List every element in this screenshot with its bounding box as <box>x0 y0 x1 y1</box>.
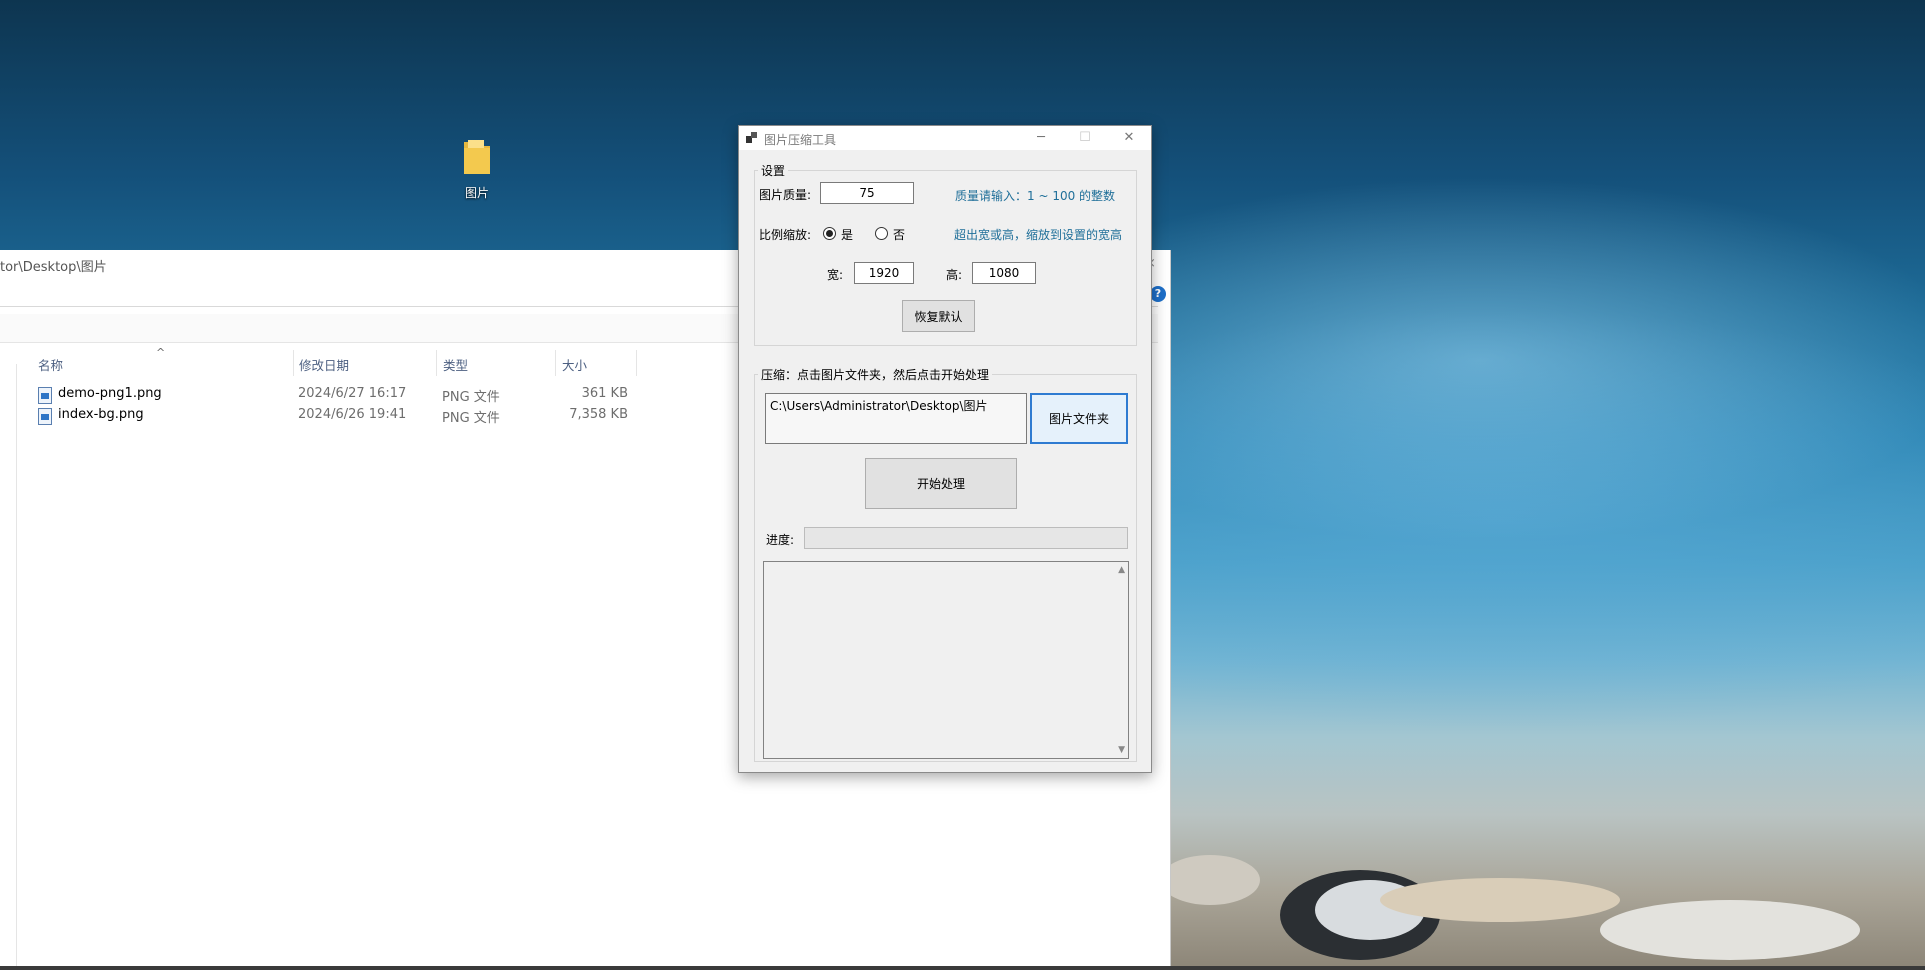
window-title: 图片压缩工具 <box>764 133 837 147</box>
file-type: PNG 文件 <box>442 390 500 405</box>
app-icon <box>746 132 757 143</box>
scale-yes-label[interactable]: 是 <box>841 226 853 243</box>
address-bar-path[interactable]: tor\Desktop\图片 <box>0 256 107 275</box>
height-input[interactable] <box>972 262 1036 284</box>
settings-group-title: 设置 <box>758 162 789 179</box>
png-file-icon <box>38 408 52 425</box>
help-icon[interactable]: ? <box>1150 286 1166 302</box>
compress-group-title: 压缩：点击图片文件夹，然后点击开始处理 <box>758 366 993 383</box>
image-folder-button[interactable]: 图片文件夹 <box>1030 393 1128 444</box>
file-size: 361 KB <box>581 386 628 401</box>
close-icon[interactable]: ✕ <box>1107 126 1151 150</box>
progress-label: 进度: <box>766 533 795 547</box>
title-bar[interactable]: 图片压缩工具 ─ ☐ ✕ <box>739 126 1151 150</box>
png-file-icon <box>38 387 52 404</box>
column-header-size[interactable]: 大小 <box>562 355 587 374</box>
height-label: 高: <box>946 268 963 282</box>
width-label: 宽: <box>827 268 844 282</box>
file-row[interactable]: index-bg.png 2024/6/26 19:41 PNG 文件 7,35… <box>38 406 658 426</box>
log-output-area[interactable]: ▲ ▼ <box>763 561 1129 759</box>
navigation-pane[interactable] <box>0 364 17 966</box>
quality-label: 图片质量: <box>759 188 812 202</box>
quality-hint: 质量请输入：1 ~ 100 的整数 <box>955 189 1116 203</box>
scale-yes-radio[interactable] <box>823 227 836 240</box>
column-header-modified[interactable]: 修改日期 <box>299 355 349 374</box>
taskbar-edge <box>0 966 1925 970</box>
column-divider[interactable] <box>555 350 556 376</box>
width-input[interactable] <box>854 262 914 284</box>
file-row[interactable]: demo-png1.png 2024/6/27 16:17 PNG 文件 361… <box>38 385 658 405</box>
scale-hint: 超出宽或高，缩放到设置的宽高 <box>954 228 1123 242</box>
desktop-folder-label: 图片 <box>464 186 489 200</box>
file-modified: 2024/6/26 19:41 <box>298 407 407 422</box>
sort-ascending-icon: ^ <box>156 346 166 359</box>
column-divider[interactable] <box>293 350 294 376</box>
column-divider[interactable] <box>636 350 637 376</box>
column-header-name[interactable]: 名称 <box>38 355 63 374</box>
scale-no-radio[interactable] <box>875 227 888 240</box>
file-size: 7,358 KB <box>569 407 628 422</box>
start-processing-button[interactable]: 开始处理 <box>865 458 1017 509</box>
quality-input[interactable] <box>820 182 914 204</box>
seashells-decoration <box>1170 855 1860 960</box>
column-header-type[interactable]: 类型 <box>443 355 468 374</box>
minimize-icon[interactable]: ─ <box>1019 126 1063 150</box>
folder-icon <box>464 140 490 174</box>
maximize-icon: ☐ <box>1079 130 1091 145</box>
scroll-down-icon[interactable]: ▼ <box>1118 745 1125 755</box>
scale-no-label[interactable]: 否 <box>893 226 905 243</box>
column-divider[interactable] <box>436 350 437 376</box>
scroll-up-icon[interactable]: ▲ <box>1118 565 1125 575</box>
desktop-folder-shortcut[interactable]: 图片 <box>452 138 502 201</box>
file-type: PNG 文件 <box>442 411 500 426</box>
compression-tool-window: 图片压缩工具 ─ ☐ ✕ 设置 图片质量: 质量请输入：1 ~ 100 的整数 … <box>738 125 1152 773</box>
progress-bar <box>804 527 1128 549</box>
file-name: index-bg.png <box>58 407 144 422</box>
reset-defaults-button[interactable]: 恢复默认 <box>902 300 975 332</box>
file-name: demo-png1.png <box>58 386 162 401</box>
folder-path-field[interactable]: C:\Users\Administrator\Desktop\图片 <box>765 393 1027 444</box>
scale-label: 比例缩放: <box>759 228 812 242</box>
file-modified: 2024/6/27 16:17 <box>298 386 407 401</box>
